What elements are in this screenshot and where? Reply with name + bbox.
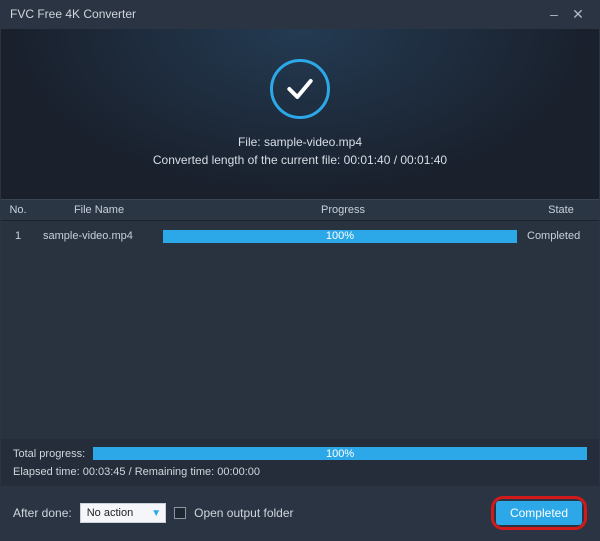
- progress-label: 100%: [163, 230, 517, 243]
- window-title: FVC Free 4K Converter: [10, 7, 136, 21]
- completed-button[interactable]: Completed: [496, 501, 582, 525]
- total-progress-bar: 100%: [93, 447, 587, 460]
- col-header-no: No.: [1, 204, 35, 216]
- table-row: 1 sample-video.mp4 100% Completed: [1, 221, 599, 251]
- minimize-button[interactable]: –: [542, 6, 566, 22]
- open-output-label: Open output folder: [194, 506, 293, 520]
- total-progress-pct: 100%: [93, 447, 587, 460]
- after-done-select[interactable]: No action ▼: [80, 503, 166, 523]
- total-progress-label: Total progress:: [13, 448, 85, 460]
- close-button[interactable]: ✕: [566, 6, 590, 23]
- summary-panel: Total progress: 100% Elapsed time: 00:03…: [1, 439, 599, 486]
- completed-highlight: Completed: [491, 496, 587, 530]
- titlebar: FVC Free 4K Converter – ✕: [0, 0, 600, 28]
- after-done-value: No action: [87, 507, 133, 519]
- elapsed-remaining-label: Elapsed time: 00:03:45 / Remaining time:…: [13, 466, 587, 478]
- col-header-filename: File Name: [35, 204, 163, 216]
- cell-no: 1: [1, 230, 35, 242]
- chevron-down-icon: ▼: [151, 508, 161, 519]
- cell-filename: sample-video.mp4: [35, 230, 163, 242]
- table-header: No. File Name Progress State: [1, 199, 599, 221]
- status-hero: File: sample-video.mp4 Converted length …: [1, 29, 599, 199]
- converted-length-label: Converted length of the current file: 00…: [153, 153, 447, 167]
- table-body: 1 sample-video.mp4 100% Completed: [1, 221, 599, 439]
- cell-state: Completed: [523, 230, 599, 242]
- current-file-label: File: sample-video.mp4: [238, 135, 362, 149]
- footer-bar: After done: No action ▼ Open output fold…: [1, 486, 599, 540]
- checkmark-icon: [270, 59, 330, 119]
- cell-progress: 100%: [163, 230, 523, 243]
- total-progress-row: Total progress: 100%: [13, 447, 587, 460]
- progress-bar: 100%: [163, 230, 517, 243]
- open-output-checkbox[interactable]: [174, 507, 186, 519]
- main-panel: File: sample-video.mp4 Converted length …: [0, 28, 600, 541]
- col-header-progress: Progress: [163, 204, 523, 216]
- col-header-state: State: [523, 204, 599, 216]
- after-done-label: After done:: [13, 506, 72, 520]
